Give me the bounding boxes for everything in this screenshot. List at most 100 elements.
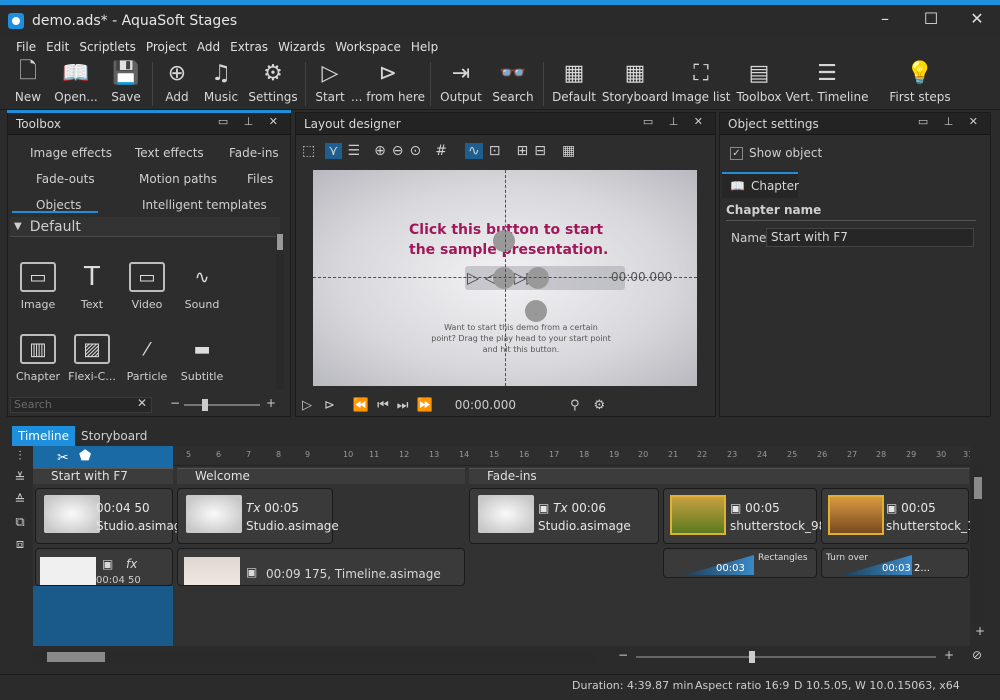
show-object-row[interactable]: ✓ Show object [730,146,822,160]
zoom-out-layout-icon[interactable]: ⊖ [392,143,404,159]
timeline-ruler[interactable]: 1 3 4 5 6 7 8 9 10 11 12 13 14 15 16 17 … [33,446,970,466]
tool-particle[interactable]: ⁄ Particle [119,334,175,384]
zoom-out-timeline-icon[interactable]: − [618,648,628,662]
timeline-vertical-scrollbar[interactable] [971,463,985,623]
thumbnail-size-slider[interactable] [184,399,260,411]
toolbox-search-input[interactable]: Search [10,397,152,413]
group-icon[interactable]: ⧉ [10,515,30,537]
minimize-button[interactable]: – [862,5,908,36]
menu-help[interactable]: Help [411,40,438,54]
show-object-checkbox[interactable]: ✓ [730,146,743,160]
maximize-button[interactable]: ☐ [908,5,954,36]
tool-image[interactable]: ▭ Image [10,262,66,311]
first-steps-button[interactable]: 💡 First steps [880,58,960,110]
close-button[interactable]: ✕ [954,5,1000,36]
panel-controls[interactable]: ▭ ⊥ ✕ [643,115,709,128]
menu-workspace[interactable]: Workspace [335,40,401,54]
vert-timeline-button[interactable]: ☰ Vert. Timeline [786,58,869,110]
tool-text[interactable]: T Text [64,262,120,311]
toolbox-button[interactable]: ▤ Toolbox [732,58,786,110]
storyboard-button[interactable]: ▦ Storyboard [600,58,670,110]
ungroup-icon[interactable]: ⧈ [10,537,30,559]
output-button[interactable]: ⇥ Output [435,58,487,110]
timeline-horizontal-scrollbar[interactable] [33,650,598,664]
add-button[interactable]: ⊕ Add [157,58,197,110]
fast-forward-icon[interactable]: ⏩ [417,398,433,413]
chapter-fade-ins[interactable]: Fade-ins [469,468,969,484]
effects-dropdown-icon[interactable]: ⚙ [594,398,606,413]
audio-track-selection[interactable] [33,586,173,646]
chapter-welcome[interactable]: Welcome [177,468,465,484]
tab-fade-outs[interactable]: Fade-outs [36,172,95,186]
start-button[interactable]: ▷ Start [310,58,350,110]
chapter-name-input[interactable]: Start with F7 [766,228,974,247]
motion-path-icon[interactable]: ∿ [465,143,483,159]
tab-files[interactable]: Files [247,172,273,186]
select-tool-icon[interactable]: ⬚ [302,143,315,159]
tool-subtitle[interactable]: ▬ Subtitle [174,334,230,384]
clip-timeline-asimage[interactable]: ▣ 00:09 175, Timeline.asimage [177,548,465,586]
layout-options-icon[interactable]: ▦ [562,143,575,159]
clip-studio-2[interactable]: Tx 00:05 Studio.asimage [177,488,339,544]
tool-sound[interactable]: ∿ Sound [174,262,230,312]
settings-button[interactable]: ⚙ Settings [245,58,301,110]
tab-text-effects[interactable]: Text effects [135,146,204,160]
play-from-here-button[interactable]: ⊳... from here [350,58,426,110]
zoom-in-layout-icon[interactable]: ⊕ [374,143,386,159]
tab-objects[interactable]: Objects [36,198,81,212]
clip-studio-1[interactable]: 00:04 50 Studio.asimag [35,488,181,544]
prev-icon[interactable]: ⏮ [377,398,389,413]
rewind-icon[interactable]: ⏪ [353,398,369,413]
zoom-in-icon[interactable]: + [266,396,276,410]
transition-turn-over[interactable]: Turn over 00:03 2... [821,548,969,578]
collapse-icon[interactable]: ≚ [10,471,30,493]
zoom-in-timeline-icon[interactable]: + [975,624,985,638]
music-button[interactable]: ♫ Music [197,58,245,110]
new-button[interactable]: 🗋 New [8,58,48,110]
panel-controls[interactable]: ▭ ⊥ ✕ [218,115,284,128]
menu-file[interactable]: File [16,40,36,54]
save-button[interactable]: 💾 Save [104,58,148,110]
menu-extras[interactable]: Extras [230,40,268,54]
clip-lower-1[interactable]: ▣ fx 00:04 50 [35,548,173,586]
default-layout-button[interactable]: ▦ Default [548,58,600,110]
panel-controls[interactable]: ▭ ⊥ ✕ [918,115,984,128]
tab-storyboard[interactable]: Storyboard [75,426,153,446]
transition-rectangles[interactable]: 00:03 Rectangles [663,548,817,578]
split-icon[interactable]: ⫶ [10,449,30,471]
clip-studio-3[interactable]: ▣ Tx 00:06 Studio.asimage [469,488,659,544]
zoom-out-icon[interactable]: − [170,396,180,410]
tab-motion-paths[interactable]: Motion paths [139,172,217,186]
chapter-start-with-f7[interactable]: Start with F7 [33,468,173,484]
tool-video[interactable]: ▭ Video [119,262,175,311]
menu-project[interactable]: Project [146,40,187,54]
zoom-in-icon[interactable]: + [944,648,954,662]
search-button[interactable]: 👓 Search [487,58,539,110]
zoom-fit-icon[interactable]: ⊙ [410,143,422,159]
guides-icon[interactable]: ⋎ [325,143,342,159]
playhead-marker-icon[interactable]: ⬟ [79,448,91,464]
play-icon[interactable]: ▷ [302,398,312,413]
timeline-zoom-slider[interactable] [636,651,936,663]
menu-add[interactable]: Add [197,40,220,54]
timeline-area[interactable]: 1 3 4 5 6 7 8 9 10 11 12 13 14 15 16 17 … [33,446,970,646]
menu-wizards[interactable]: Wizards [278,40,325,54]
expand-icon[interactable]: ≙ [10,493,30,515]
tab-image-effects[interactable]: Image effects [30,146,112,160]
open-button[interactable]: 📖 Open... [48,58,104,110]
zoom-fit-timeline-icon[interactable]: ⊘ [972,648,982,662]
clip-shutterstock-14[interactable]: ▣ 00:05 shutterstock_14 [821,488,970,544]
category-default[interactable]: ▼ Default [10,217,280,237]
remove-keyframe-icon[interactable]: ⊟ [534,143,546,159]
image-list-button[interactable]: ⛶ Image list [670,58,732,110]
add-keyframe-icon[interactable]: ⊞ [516,143,528,159]
preview-canvas[interactable]: Click this button to start the sample pr… [313,170,697,386]
preview-mode-icon[interactable]: ⚲ [570,398,580,413]
scissors-icon[interactable]: ✂ [57,450,69,466]
tool-chapter[interactable]: ▥ Chapter [10,334,66,383]
toolbox-scrollbar[interactable] [276,234,284,390]
clip-shutterstock-981[interactable]: ▣ 00:05 shutterstock_981 [663,488,834,544]
next-icon[interactable]: ⏭ [397,398,409,413]
clear-search-icon[interactable]: ✕ [137,396,147,410]
tab-intelligent-templates[interactable]: Intelligent templates [142,198,267,212]
